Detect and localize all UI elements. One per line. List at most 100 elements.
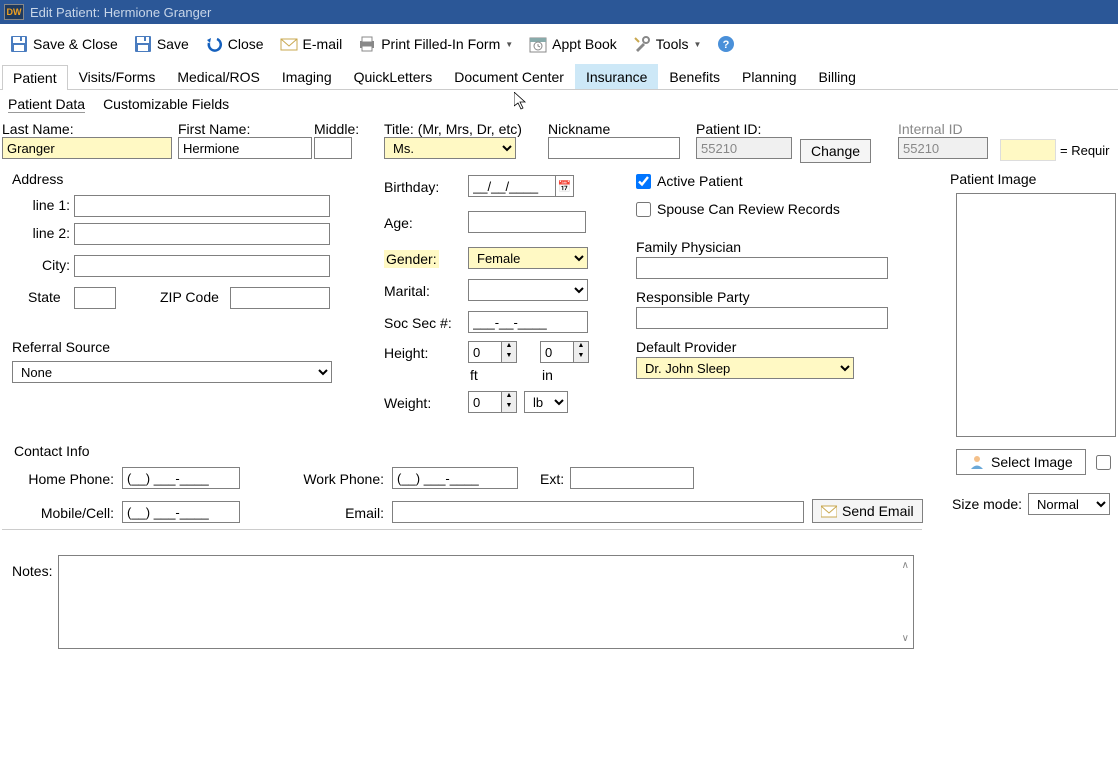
appt-book-button[interactable]: Appt Book: [523, 32, 623, 56]
scroll-up-icon[interactable]: ∧: [902, 560, 909, 571]
mobile-input[interactable]: [122, 501, 240, 523]
referral-select[interactable]: None: [12, 361, 332, 383]
tab-imaging[interactable]: Imaging: [271, 64, 343, 89]
address-line1-input[interactable]: [74, 195, 330, 217]
subtab-customizable-fields[interactable]: Customizable Fields: [103, 96, 229, 113]
height-ft-spinner[interactable]: ▲▼: [468, 341, 517, 363]
size-mode-select[interactable]: Normal: [1028, 493, 1110, 515]
birthday-label: Birthday:: [384, 179, 439, 195]
save-button[interactable]: Save: [128, 32, 195, 56]
main-tabs: Patient Visits/Forms Medical/ROS Imaging…: [0, 64, 1118, 90]
state-input[interactable]: [74, 287, 116, 309]
height-in-spinner[interactable]: ▲▼: [540, 341, 589, 363]
change-id-button[interactable]: Change: [800, 139, 871, 163]
title-label: Title: (Mr, Mrs, Dr, etc): [384, 121, 522, 137]
internal-id-label: Internal ID: [898, 121, 963, 137]
email-label: Email:: [340, 505, 384, 521]
scroll-down-icon[interactable]: ∨: [902, 633, 909, 644]
last-name-input[interactable]: [2, 137, 172, 159]
required-swatch: [1000, 139, 1056, 161]
print-icon: [358, 35, 376, 53]
patient-image-box: [956, 193, 1116, 437]
home-phone-label: Home Phone:: [26, 471, 114, 487]
family-physician-label: Family Physician: [636, 239, 741, 255]
work-phone-input[interactable]: [392, 467, 518, 489]
sub-tabs: Patient Data Customizable Fields: [0, 90, 1118, 117]
tab-document-center[interactable]: Document Center: [443, 64, 575, 89]
responsible-party-input[interactable]: [636, 307, 888, 329]
spouse-review-checkbox[interactable]: Spouse Can Review Records: [636, 201, 840, 217]
active-patient-checkbox[interactable]: Active Patient: [636, 173, 743, 189]
age-input[interactable]: [468, 211, 586, 233]
tab-planning[interactable]: Planning: [731, 64, 808, 89]
tab-benefits[interactable]: Benefits: [658, 64, 731, 89]
last-name-label: Last Name:: [2, 121, 74, 137]
weight-spinner[interactable]: ▲▼: [468, 391, 517, 413]
size-mode-label: Size mode:: [952, 496, 1022, 512]
email-button[interactable]: E-mail: [274, 32, 349, 56]
line1-label: line 1:: [28, 197, 70, 213]
envelope-icon: [821, 504, 837, 518]
tools-button[interactable]: Tools ▼: [627, 32, 708, 56]
image-checkbox[interactable]: [1096, 455, 1111, 470]
subtab-patient-data[interactable]: Patient Data: [8, 96, 85, 113]
save-icon: [134, 35, 152, 53]
ssn-input[interactable]: [468, 311, 588, 333]
height-label: Height:: [384, 345, 428, 361]
window-title: Edit Patient: Hermione Granger: [30, 5, 211, 20]
patient-id-label: Patient ID:: [696, 121, 761, 137]
family-physician-input[interactable]: [636, 257, 888, 279]
tab-quickletters[interactable]: QuickLetters: [343, 64, 444, 89]
form-area: Last Name: First Name: Middle: Title: (M…: [0, 117, 1118, 737]
middle-label: Middle:: [314, 121, 359, 137]
default-provider-label: Default Provider: [636, 339, 736, 355]
weight-unit-select[interactable]: lb: [524, 391, 568, 413]
notes-textarea[interactable]: ∧ ∨: [58, 555, 914, 649]
gender-label: Gender:: [384, 250, 439, 268]
gender-select[interactable]: Female: [468, 247, 588, 269]
internal-id-input: [898, 137, 988, 159]
email-icon: [280, 35, 298, 53]
zip-input[interactable]: [230, 287, 330, 309]
ft-label: ft: [470, 367, 478, 383]
city-input[interactable]: [74, 255, 330, 277]
calendar-icon[interactable]: 📅: [556, 175, 574, 197]
toolbar: Save & Close Save Close E-mail Print Fil…: [0, 24, 1118, 64]
print-button[interactable]: Print Filled-In Form ▼: [352, 32, 519, 56]
tab-billing[interactable]: Billing: [808, 64, 867, 89]
tab-medical-ros[interactable]: Medical/ROS: [166, 64, 270, 89]
birthday-input[interactable]: 📅: [468, 175, 574, 197]
first-name-label: First Name:: [178, 121, 250, 137]
ext-input[interactable]: [570, 467, 694, 489]
nickname-label: Nickname: [548, 121, 610, 137]
email-input[interactable]: [392, 501, 804, 523]
tab-visits-forms[interactable]: Visits/Forms: [68, 64, 167, 89]
help-button[interactable]: ?: [711, 32, 741, 56]
age-label: Age:: [384, 215, 413, 231]
line2-label: line 2:: [28, 225, 70, 241]
notes-label: Notes:: [12, 563, 52, 579]
calendar-icon: [529, 35, 547, 53]
person-icon: [969, 454, 985, 470]
address-line2-input[interactable]: [74, 223, 330, 245]
home-phone-input[interactable]: [122, 467, 240, 489]
tab-patient[interactable]: Patient: [2, 65, 68, 90]
first-name-input[interactable]: [178, 137, 312, 159]
state-label: State: [28, 289, 61, 305]
referral-label: Referral Source: [12, 339, 110, 355]
send-email-button[interactable]: Send Email: [812, 499, 923, 523]
close-button[interactable]: Close: [199, 32, 270, 56]
required-label: = Requir: [1060, 143, 1110, 158]
title-select[interactable]: Ms.: [384, 137, 516, 159]
dropdown-arrow-icon: ▼: [693, 40, 701, 49]
select-image-button[interactable]: Select Image: [956, 449, 1086, 475]
save-close-button[interactable]: Save & Close: [4, 32, 124, 56]
help-icon: ?: [717, 35, 735, 53]
zip-label: ZIP Code: [160, 289, 219, 305]
default-provider-select[interactable]: Dr. John Sleep: [636, 357, 854, 379]
nickname-input[interactable]: [548, 137, 680, 159]
middle-input[interactable]: [314, 137, 352, 159]
tab-insurance[interactable]: Insurance: [575, 64, 658, 89]
marital-select[interactable]: [468, 279, 588, 301]
patient-id-input: [696, 137, 792, 159]
